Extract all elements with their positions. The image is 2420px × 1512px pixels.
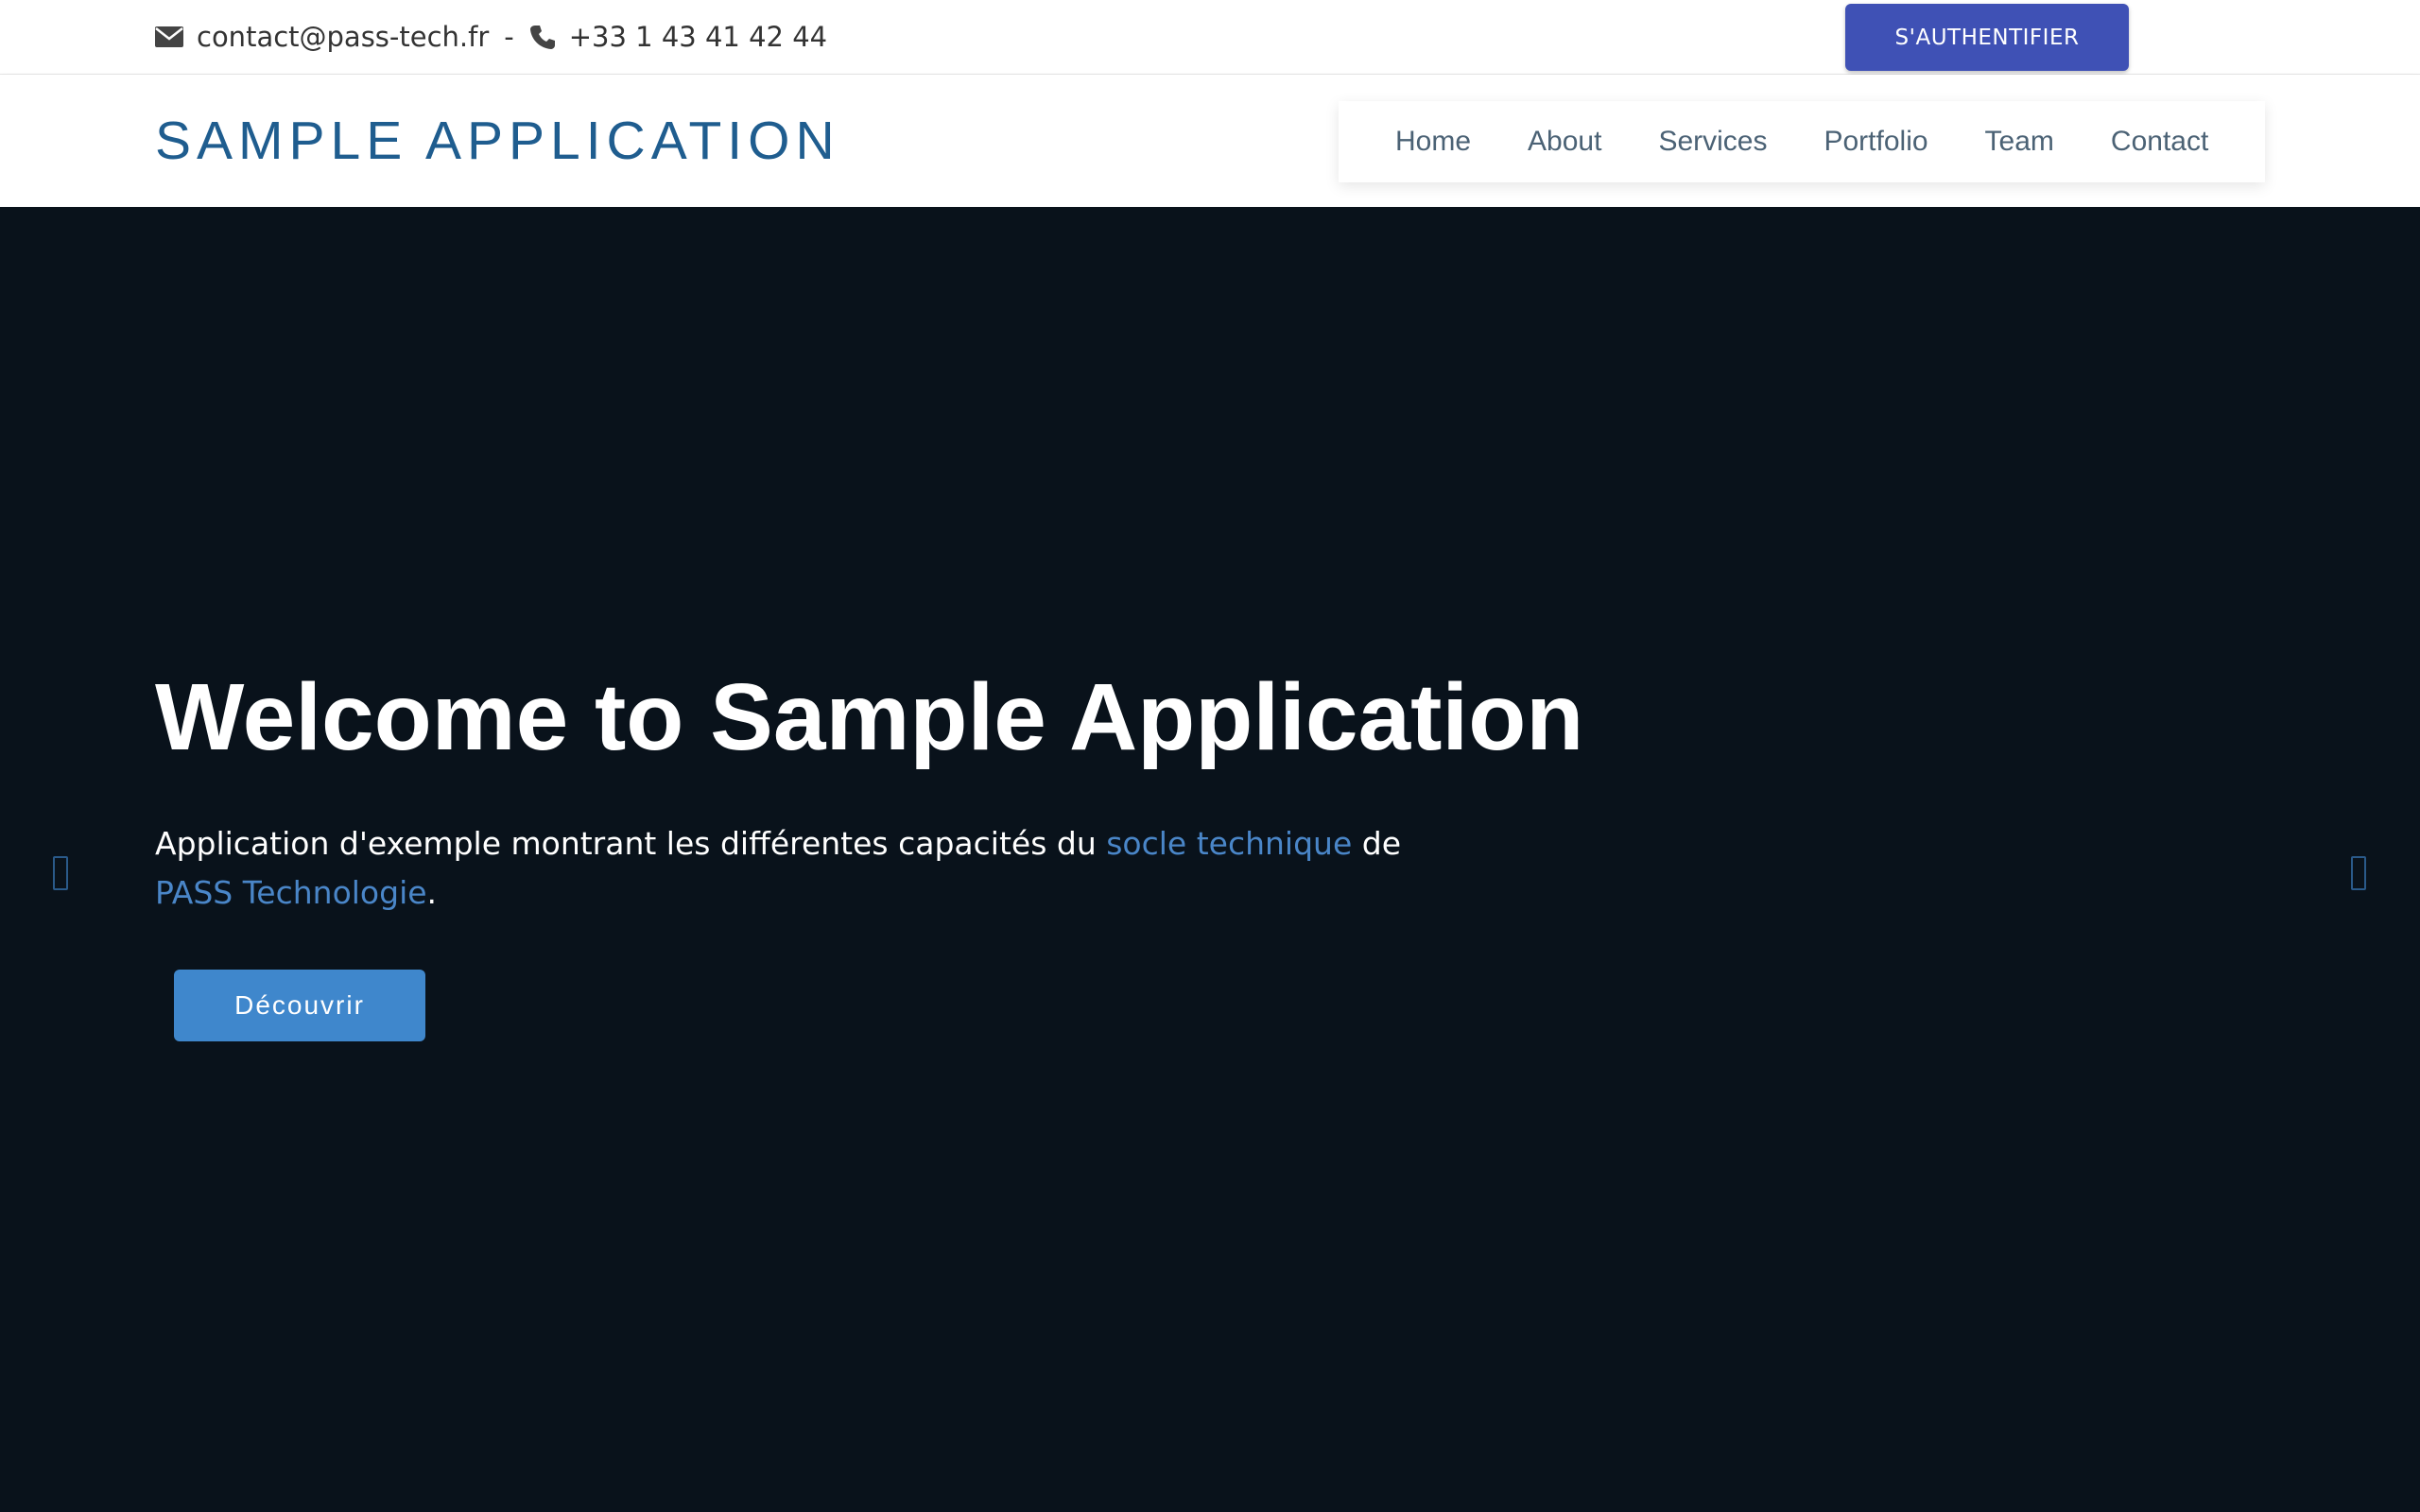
- top-contact-bar: contact@pass-tech.fr - +33 1 43 41 42 44…: [0, 0, 2420, 75]
- carousel-prev-button[interactable]: [42, 840, 79, 906]
- brand-logo[interactable]: SAMPLE APPLICATION: [155, 75, 840, 207]
- nav-home[interactable]: Home: [1395, 126, 1471, 158]
- discover-button[interactable]: Découvrir: [174, 970, 425, 1041]
- envelope-icon: [155, 26, 183, 47]
- nav-contact[interactable]: Contact: [2111, 126, 2208, 158]
- pass-technologie-link[interactable]: PASS Technologie: [155, 874, 427, 911]
- contact-separator: -: [504, 21, 514, 53]
- contact-phone[interactable]: +33 1 43 41 42 44: [569, 21, 827, 53]
- hero-title: Welcome to Sample Application: [155, 664, 1584, 770]
- login-button[interactable]: S'AUTHENTIFIER: [1845, 4, 2129, 71]
- hero-desc-text-2: de: [1352, 825, 1402, 862]
- phone-icon: [529, 24, 556, 50]
- chevron-right-icon: [2351, 856, 2366, 890]
- hero-desc-text-1: Application d'exemple montrant les diffé…: [155, 825, 1107, 862]
- chevron-left-icon: [53, 856, 68, 890]
- socle-technique-link[interactable]: socle technique: [1106, 825, 1352, 862]
- hero-description: Application d'exemple montrant les diffé…: [155, 819, 1478, 918]
- nav-about[interactable]: About: [1528, 126, 1601, 158]
- carousel-next-button[interactable]: [2340, 840, 2377, 906]
- contact-email[interactable]: contact@pass-tech.fr: [197, 21, 489, 53]
- nav-team[interactable]: Team: [1985, 126, 2054, 158]
- contact-info: contact@pass-tech.fr - +33 1 43 41 42 44: [155, 0, 827, 74]
- hero-desc-end: .: [426, 874, 438, 911]
- nav-services[interactable]: Services: [1658, 126, 1767, 158]
- hero-carousel: Welcome to Sample Application Applicatio…: [0, 207, 2420, 1512]
- main-nav: Home About Services Portfolio Team Conta…: [1339, 101, 2265, 182]
- nav-portfolio[interactable]: Portfolio: [1824, 126, 1927, 158]
- site-header: SAMPLE APPLICATION Home About Services P…: [0, 75, 2420, 207]
